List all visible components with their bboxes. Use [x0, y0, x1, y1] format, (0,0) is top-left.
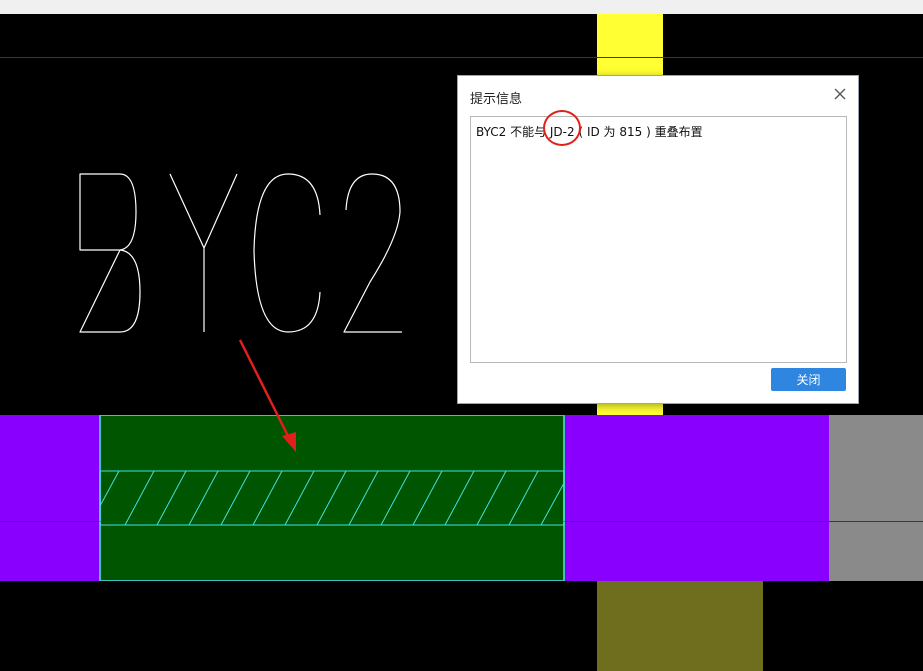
byc2-label: [79, 173, 402, 333]
annotation-circle: [543, 110, 581, 146]
hatch-band: [99, 470, 565, 526]
close-button[interactable]: 关闭: [771, 368, 846, 391]
message-textbox[interactable]: BYC2 不能与 JD-2 ( ID 为 815 ) 重叠布置: [470, 116, 847, 363]
dialog-message: BYC2 不能与 JD-2 ( ID 为 815 ) 重叠布置: [476, 125, 703, 139]
message-dialog: 提示信息 BYC2 不能与 JD-2 ( ID 为 815 ) 重叠布置 关闭: [457, 75, 859, 404]
dialog-title: 提示信息: [470, 92, 523, 107]
annotation-arrow: [238, 339, 296, 452]
close-icon[interactable]: [832, 86, 848, 102]
